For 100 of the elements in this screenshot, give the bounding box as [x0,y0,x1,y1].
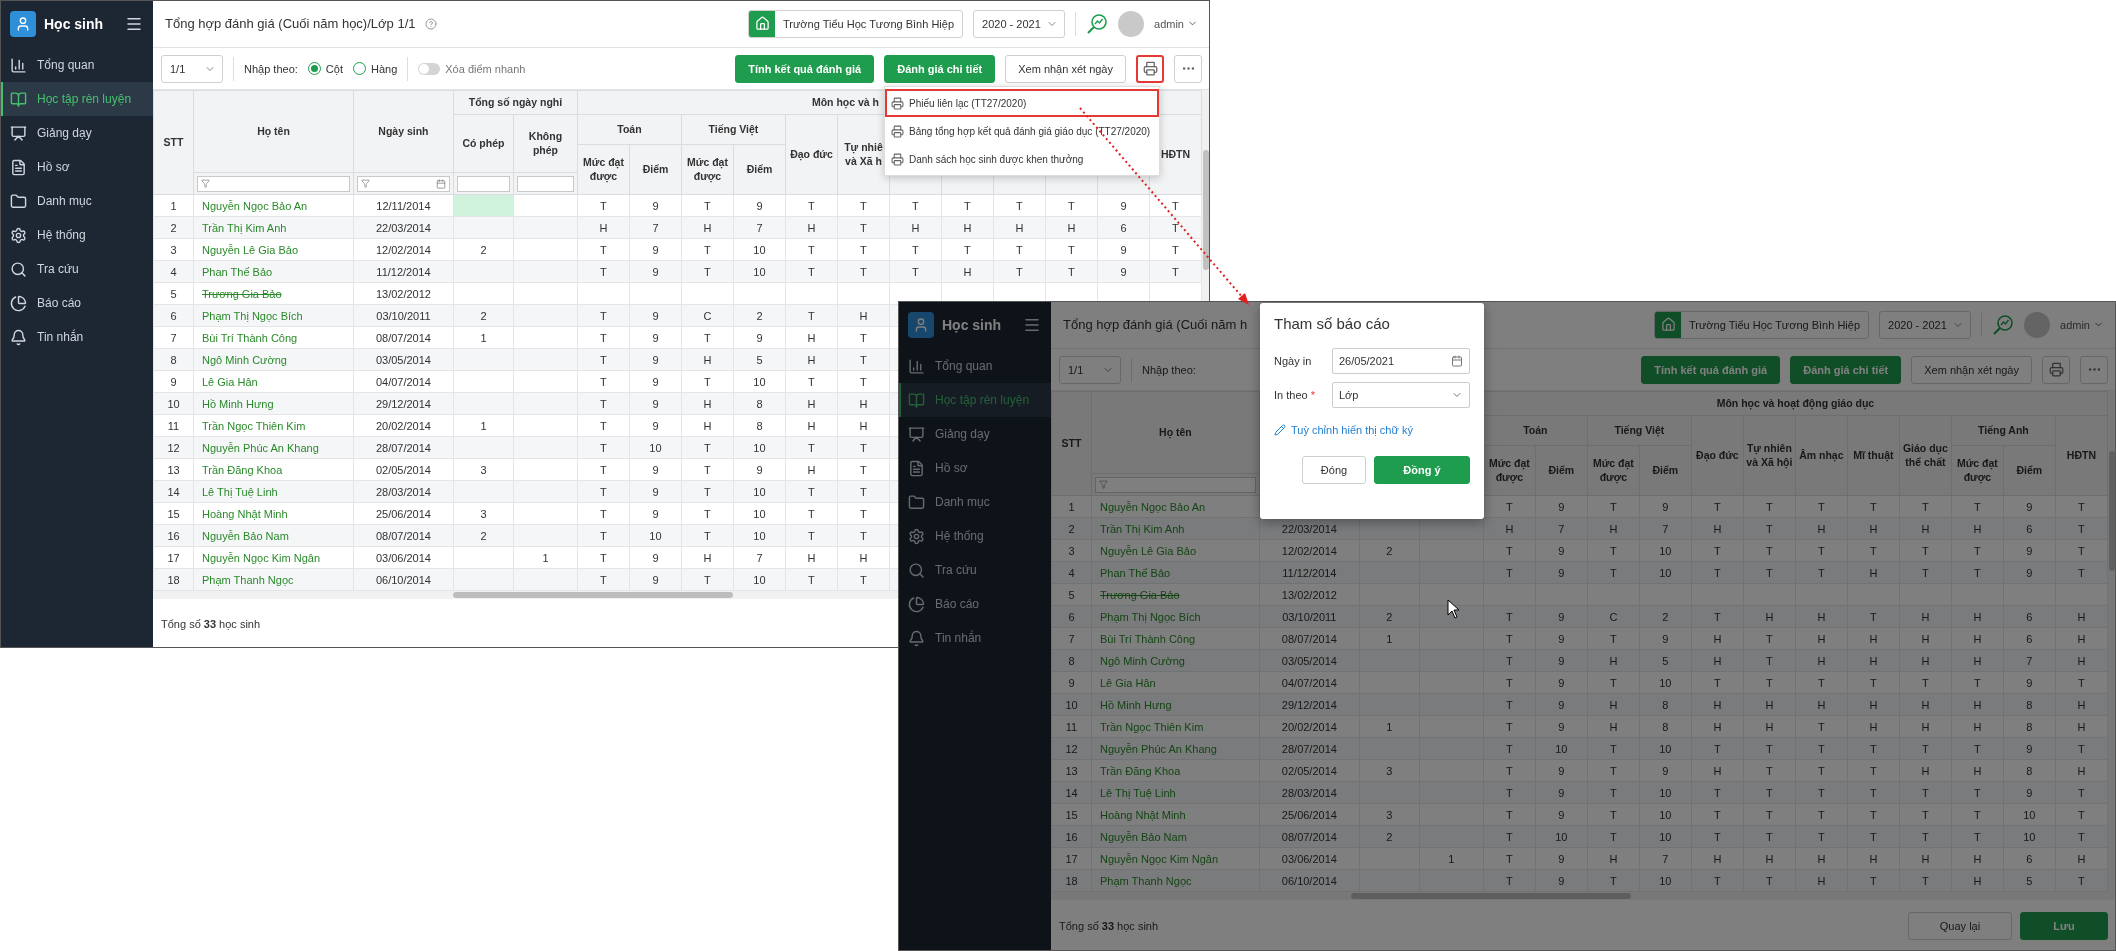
sidebar-item[interactable]: Tra cứu [898,553,1051,587]
year-select[interactable]: 2020 - 2021 [1879,310,1972,339]
sidebar-item[interactable]: Tin nhắn [0,320,153,354]
student-name[interactable]: Trương Gia Bảo [193,282,354,305]
avatar[interactable] [2024,311,2051,338]
sidebar-item[interactable]: Học tập rèn luyện [898,383,1051,417]
student-name[interactable]: Bùi Trí Thành Công [193,326,354,349]
student-name[interactable]: Phạm Thanh Ngọc [1091,869,1260,892]
student-name[interactable]: Phan Thế Bảo [193,260,354,283]
student-name[interactable]: Trần Thị Kim Anh [193,216,354,239]
table-cell: H [1795,627,1848,650]
sidebar-item[interactable]: Tra cứu [0,252,153,286]
footer-button[interactable]: Quay lại [1908,911,2012,940]
help-icon[interactable] [425,17,438,30]
dialog-button[interactable]: Đóng [1302,456,1366,484]
page-select[interactable]: 1/1 [1059,355,1121,384]
student-name[interactable]: Nguyễn Phúc An Khang [193,436,354,459]
sidebar-item[interactable]: Tin nhắn [898,621,1051,655]
student-name[interactable]: Bùi Trí Thành Công [1091,627,1260,650]
date-field[interactable]: 26/05/2021 [1332,348,1470,374]
student-name[interactable]: Nguyễn Lê Gia Bảo [193,238,354,261]
action-button[interactable]: Xem nhận xét ngày [1005,54,1126,83]
year-select[interactable]: 2020 - 2021 [973,9,1066,38]
action-button[interactable]: Đánh giá chi tiết [1790,355,1902,384]
student-name[interactable]: Nguyễn Bảo Nam [1091,825,1260,848]
student-name[interactable]: Hồ Minh Hưng [1091,693,1260,716]
signature-link[interactable]: Tuỳ chỉnh hiển thị chữ ký [1291,424,1413,436]
student-name[interactable]: Lê Thị Tuệ Linh [193,480,354,503]
table-cell: T [1483,671,1536,694]
sidebar-item[interactable]: Hồ sơ [0,150,153,184]
sidebar-item[interactable]: Báo cáo [898,587,1051,621]
scrollbar-thumb[interactable] [453,592,733,598]
sidebar-item[interactable]: Hồ sơ [898,451,1051,485]
magnifier-chart-icon[interactable] [1086,12,1109,35]
scrollbar-thumb[interactable] [1203,150,1209,270]
page-select[interactable]: 1/1 [161,54,223,83]
sidebar-item[interactable]: Hệ thống [0,218,153,252]
sidebar-item[interactable]: Tổng quan [0,48,153,82]
table-cell: 13 [153,458,194,481]
student-name[interactable]: Phan Thế Bảo [1091,561,1260,584]
footer-button[interactable]: Lưu [2020,911,2108,940]
student-name[interactable]: Lê Gia Hân [1091,671,1260,694]
table-cell: T [1483,561,1536,584]
student-name[interactable]: Phạm Thị Ngọc Bích [1091,605,1260,628]
sidebar-item[interactable]: Danh mục [898,485,1051,519]
filter-field[interactable] [516,175,574,192]
student-name[interactable]: Nguyễn Bảo Nam [193,524,354,547]
user-menu[interactable]: admin [1154,17,1198,30]
student-name[interactable]: Phạm Thanh Ngọc [193,568,354,591]
avatar[interactable] [1118,10,1145,37]
more-button[interactable] [2080,355,2108,384]
student-name[interactable]: Trần Đăng Khoa [193,458,354,481]
sidebar-item[interactable]: Giảng dạy [0,116,153,150]
scrollbar-thumb[interactable] [2109,451,2115,571]
student-name[interactable]: Hoàng Nhật Minh [193,502,354,525]
student-name[interactable]: Nguyễn Phúc An Khang [1091,737,1260,760]
student-name[interactable]: Hồ Minh Hưng [193,392,354,415]
student-name[interactable]: Trần Ngọc Thiên Kim [193,414,354,437]
student-name[interactable]: Lê Gia Hân [193,370,354,393]
action-button[interactable]: Xem nhận xét ngày [1911,355,2032,384]
sidebar-item[interactable]: Giảng dạy [898,417,1051,451]
student-name[interactable]: Trần Ngọc Thiên Kim [1091,715,1260,738]
sidebar-item[interactable]: Báo cáo [0,286,153,320]
sidebar-item[interactable]: Hệ thống [898,519,1051,553]
action-button[interactable]: Tính kết quả đánh giá [1641,355,1781,384]
filter-field[interactable] [1095,476,1256,493]
sidebar-item[interactable]: Tổng quan [898,349,1051,383]
filter-field[interactable] [356,175,450,192]
sidebar-item[interactable]: Học tập rèn luyện [0,82,153,116]
toggle-switch[interactable] [418,62,441,75]
action-button[interactable]: Đánh giá chi tiết [884,54,996,83]
print-button[interactable] [1136,54,1164,83]
student-name[interactable]: Ngô Minh Cường [1091,649,1260,672]
student-name[interactable]: Trần Thị Kim Anh [1091,517,1260,540]
student-name[interactable]: Trương Gia Bảo [1091,583,1260,606]
scrollbar-thumb[interactable] [1351,893,1631,899]
student-name[interactable]: Ngô Minh Cường [193,348,354,371]
student-name[interactable]: Nguyễn Ngọc Kim Ngân [193,546,354,569]
filter-field[interactable] [197,175,350,192]
menu-item[interactable]: Phiếu liên lạc (TT27/2020) [885,89,1159,117]
book-icon [908,391,925,409]
student-name[interactable]: Phạm Thị Ngọc Bích [193,304,354,327]
student-name[interactable]: Hoàng Nhật Minh [1091,803,1260,826]
school-button[interactable]: Trường Tiểu Học Tương Bình Hiệp [748,9,964,38]
student-name[interactable]: Trần Đăng Khoa [1091,759,1260,782]
student-name[interactable]: Lê Thị Tuệ Linh [1091,781,1260,804]
sidebar-item[interactable]: Danh mục [0,184,153,218]
magnifier-chart-icon[interactable] [1992,313,2015,336]
student-name[interactable]: Nguyễn Ngọc Bảo An [193,194,354,217]
user-menu[interactable]: admin [2060,318,2104,331]
student-name[interactable]: Nguyễn Ngọc Bảo An [1091,495,1260,518]
filter-field[interactable] [456,175,510,192]
student-name[interactable]: Nguyễn Lê Gia Bảo [1091,539,1260,562]
student-name[interactable]: Nguyễn Ngọc Kim Ngân [1091,847,1260,870]
select-field[interactable]: Lớp [1332,382,1470,408]
menu-icon[interactable] [125,15,143,33]
school-button[interactable]: Trường Tiểu Học Tương Bình Hiệp [1654,310,1870,339]
more-button[interactable] [1174,54,1202,83]
action-button[interactable]: Tính kết quả đánh giá [735,54,875,83]
dialog-button[interactable]: Đồng ý [1374,456,1470,484]
